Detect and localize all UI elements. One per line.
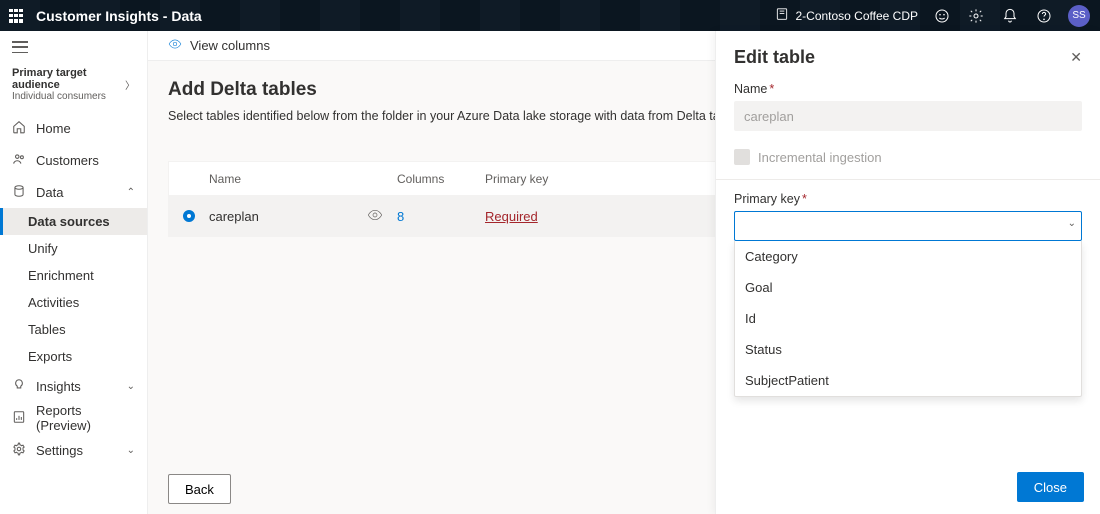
nav-reports[interactable]: Reports (Preview) [0, 402, 147, 434]
nav-insights[interactable]: Insights ⌄ [0, 370, 147, 402]
environment-picker[interactable]: 2-Contoso Coffee CDP [775, 7, 918, 24]
hamburger-icon [12, 41, 28, 53]
nav-tables[interactable]: Tables [0, 316, 147, 343]
nav-settings[interactable]: Settings ⌄ [0, 434, 147, 466]
panel-title: Edit table [734, 47, 815, 68]
nav-home[interactable]: Home [0, 112, 147, 144]
nav-unify[interactable]: Unify [0, 235, 147, 262]
back-button[interactable]: Back [168, 474, 231, 504]
nav-label: Home [36, 121, 71, 136]
chevron-down-icon: ⌄ [127, 381, 135, 392]
nav-label: Reports (Preview) [36, 403, 135, 433]
incremental-checkbox [734, 149, 750, 165]
row-radio[interactable] [183, 210, 195, 222]
col-header-columns: Columns [397, 172, 485, 186]
home-icon [12, 120, 26, 137]
nav-customers[interactable]: Customers [0, 144, 147, 176]
chevron-right-icon: 〉 [125, 77, 135, 92]
waffle-icon [9, 9, 23, 23]
col-header-primary-key: Primary key [485, 172, 613, 186]
row-name: careplan [209, 209, 367, 224]
customers-icon [12, 152, 26, 169]
incremental-label: Incremental ingestion [758, 150, 882, 165]
nav-label: Customers [36, 153, 99, 168]
chevron-down-icon: ⌄ [127, 445, 135, 456]
eye-icon [168, 37, 182, 54]
preview-icon[interactable] [367, 207, 397, 226]
chevron-up-icon: ⌃ [127, 187, 135, 198]
name-label: Name* [734, 82, 1082, 96]
name-input [734, 101, 1082, 131]
audience-subtitle: Individual consumers [12, 91, 125, 102]
nav-data-sources[interactable]: Data sources [0, 208, 147, 235]
chevron-down-icon[interactable]: ⌄ [1068, 218, 1076, 229]
option-category[interactable]: Category [735, 241, 1081, 272]
nav-label: Data [36, 185, 63, 200]
environment-icon [775, 7, 789, 24]
audience-title: Primary target audience [12, 67, 125, 91]
settings-icon[interactable] [966, 6, 986, 26]
option-status[interactable]: Status [735, 334, 1081, 365]
app-title: Customer Insights - Data [36, 8, 202, 24]
nav-label: Insights [36, 379, 81, 394]
nav-enrichment[interactable]: Enrichment [0, 262, 147, 289]
col-header-name: Name [209, 172, 367, 186]
edit-table-panel: Edit table ✕ Name* Incremental ingestion… [715, 31, 1100, 514]
left-nav: Primary target audience Individual consu… [0, 31, 148, 514]
insights-icon [12, 378, 26, 395]
primary-key-label: Primary key* [734, 192, 1082, 206]
notifications-icon[interactable] [1000, 6, 1020, 26]
nav-label: Settings [36, 443, 83, 458]
primary-key-dropdown: Category Goal Id Status SubjectPatient [734, 241, 1082, 397]
app-launcher[interactable] [0, 0, 32, 31]
environment-name: 2-Contoso Coffee CDP [795, 9, 918, 23]
view-columns-button[interactable]: View columns [190, 38, 270, 53]
row-primary-key-link[interactable]: Required [485, 209, 538, 224]
row-columns-link[interactable]: 8 [397, 209, 404, 224]
data-icon [12, 184, 26, 201]
close-icon[interactable]: ✕ [1070, 49, 1082, 66]
help-icon[interactable] [1034, 6, 1054, 26]
nav-exports[interactable]: Exports [0, 343, 147, 370]
nav-toggle[interactable] [0, 31, 147, 63]
option-goal[interactable]: Goal [735, 272, 1081, 303]
option-subjectpatient[interactable]: SubjectPatient [735, 365, 1081, 396]
nav-data[interactable]: Data ⌃ [0, 176, 147, 208]
gear-icon [12, 442, 26, 459]
smiley-icon[interactable] [932, 6, 952, 26]
nav-activities[interactable]: Activities [0, 289, 147, 316]
audience-selector[interactable]: Primary target audience Individual consu… [0, 63, 147, 112]
primary-key-combobox[interactable] [734, 211, 1082, 241]
option-id[interactable]: Id [735, 303, 1081, 334]
reports-icon [12, 410, 26, 427]
avatar[interactable]: SS [1068, 5, 1090, 27]
close-button[interactable]: Close [1017, 472, 1084, 502]
